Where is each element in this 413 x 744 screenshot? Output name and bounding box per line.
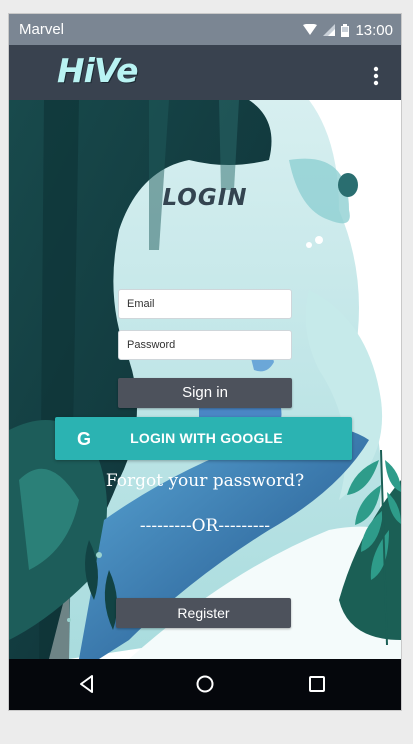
- register-button[interactable]: Register: [116, 598, 291, 628]
- signal-icon: [323, 24, 336, 36]
- recents-icon[interactable]: [305, 672, 329, 696]
- email-input[interactable]: [119, 290, 291, 318]
- battery-icon: [341, 23, 350, 37]
- navigation-bar: [9, 659, 401, 710]
- login-with-google-button[interactable]: G LOGIN WITH GOOGLE: [55, 417, 352, 460]
- status-icons: 13:00: [303, 20, 393, 40]
- phone-screen: Marvel 13:00 HiVe LOGIN Email Sign in G …: [8, 13, 402, 711]
- back-icon[interactable]: [75, 672, 99, 696]
- more-options-icon[interactable]: [373, 66, 379, 86]
- status-time: 13:00: [355, 21, 393, 39]
- forgot-password-link[interactable]: Forgot your password?: [9, 471, 401, 491]
- or-divider: ---------OR---------: [139, 516, 271, 536]
- password-input[interactable]: [119, 331, 291, 359]
- carrier-name: Marvel: [19, 21, 65, 38]
- login-title: LOGIN: [162, 185, 248, 211]
- status-bar: Marvel 13:00: [9, 14, 401, 45]
- home-icon[interactable]: [193, 672, 217, 696]
- password-field[interactable]: [118, 330, 292, 360]
- sign-in-button[interactable]: Sign in: [118, 378, 292, 408]
- app-bar: HiVe: [9, 45, 401, 100]
- google-button-label: LOGIN WITH GOOGLE: [130, 430, 283, 446]
- email-field[interactable]: [118, 289, 292, 319]
- app-logo: HiVe: [57, 51, 138, 90]
- login-screen: LOGIN Sign in G LOGIN WITH GOOGLE Forgot…: [9, 100, 401, 659]
- wifi-icon: [303, 24, 318, 35]
